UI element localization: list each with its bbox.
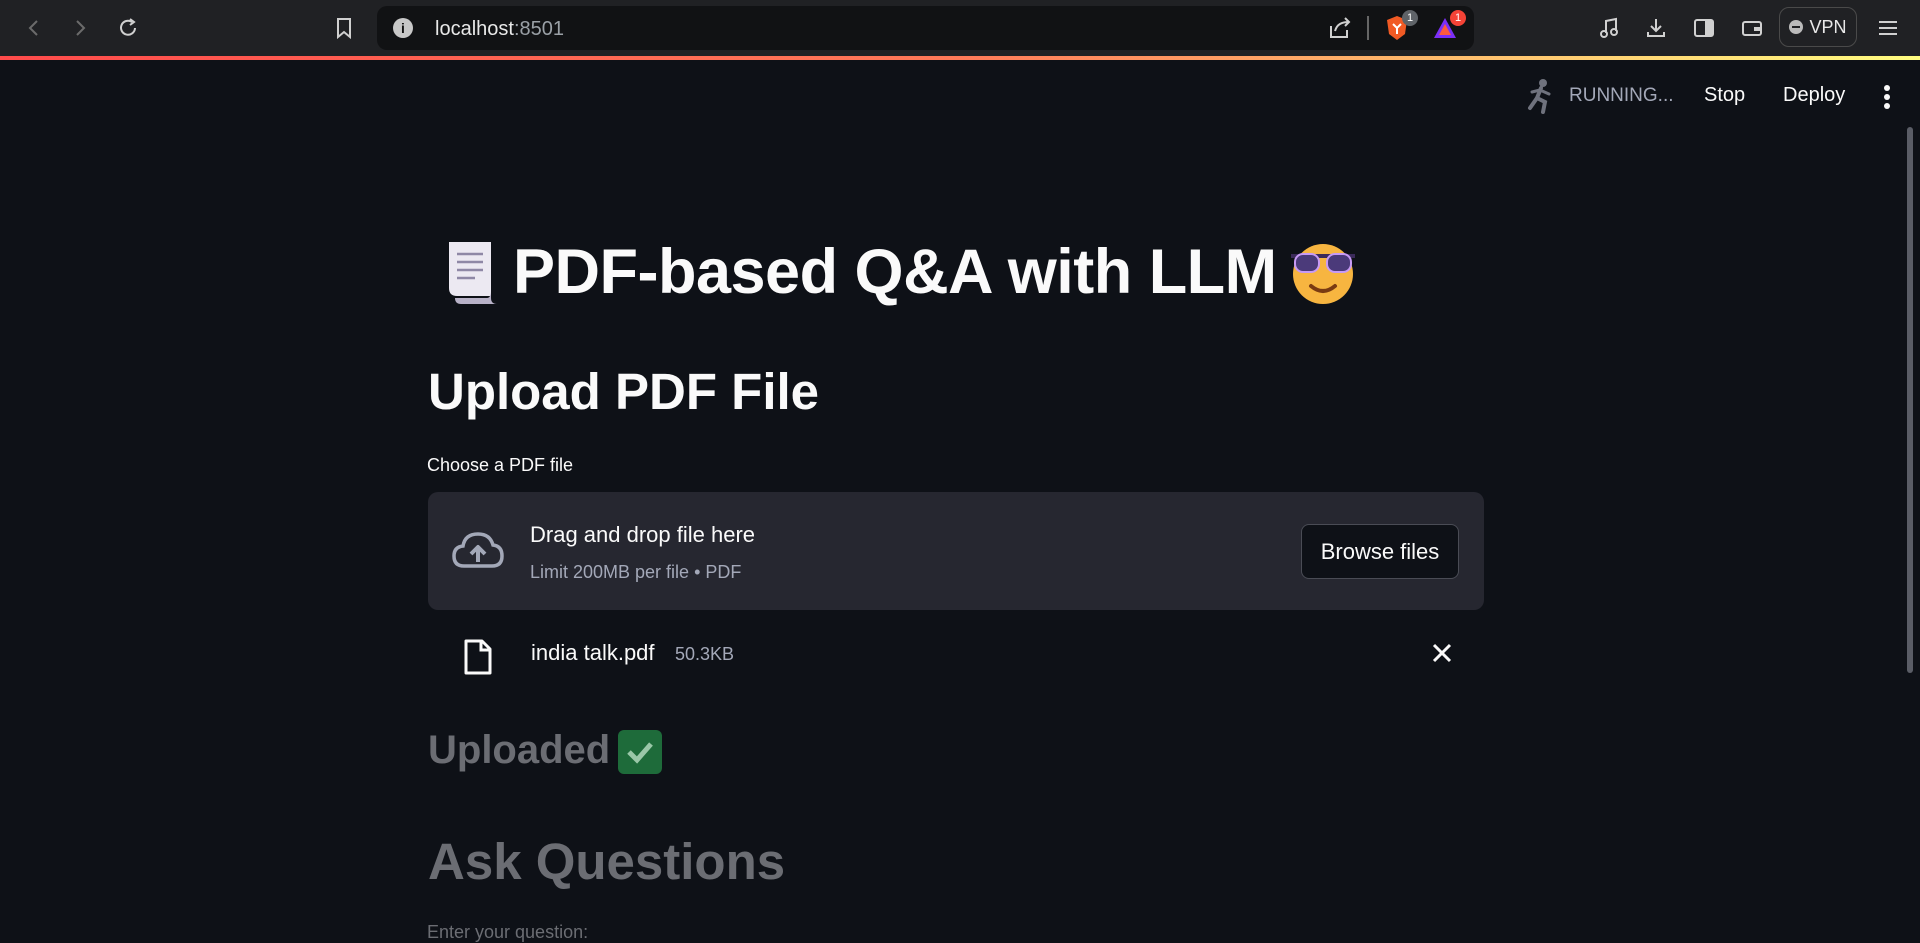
page-title: PDF-based Q&A with LLM bbox=[513, 237, 1277, 307]
page-title-row: PDF-based Q&A with LLM bbox=[441, 236, 1359, 308]
vpn-button[interactable]: VPN bbox=[1779, 7, 1857, 47]
browser-toolbar: i localhost:8501 1 1 VPN bbox=[0, 0, 1920, 56]
address-bar[interactable]: i localhost:8501 1 1 bbox=[377, 6, 1474, 50]
dropzone-title: Drag and drop file here bbox=[530, 522, 756, 547]
stop-button[interactable]: Stop bbox=[1704, 84, 1745, 107]
forward-icon[interactable] bbox=[66, 14, 94, 42]
page-scroll-emoji bbox=[449, 242, 497, 304]
uploaded-text: Uploaded bbox=[428, 728, 611, 772]
file-size: 50.3KB bbox=[675, 644, 735, 664]
reload-icon[interactable] bbox=[114, 14, 142, 42]
scrollbar[interactable] bbox=[1907, 127, 1913, 673]
deploy-button[interactable]: Deploy bbox=[1783, 84, 1845, 107]
brave-badge: 1 bbox=[1402, 10, 1418, 26]
check-mark-emoji bbox=[618, 730, 663, 775]
running-man-icon bbox=[1528, 79, 1551, 114]
vpn-label: VPN bbox=[1809, 16, 1847, 37]
divider bbox=[1367, 16, 1369, 40]
upload-heading: Upload PDF File bbox=[428, 363, 820, 420]
brave-rewards-icon[interactable]: 1 bbox=[1432, 10, 1466, 42]
info-icon[interactable]: i bbox=[393, 18, 413, 38]
running-status: RUNNING... bbox=[1525, 78, 1674, 114]
uploaded-file-item: india talk.pdf 50.3KB bbox=[428, 630, 1484, 686]
file-name: india talk.pdf bbox=[531, 640, 655, 665]
music-icon[interactable] bbox=[1595, 14, 1623, 42]
menu-icon[interactable] bbox=[1874, 14, 1902, 42]
more-vert-icon[interactable] bbox=[1880, 84, 1894, 115]
vpn-status-icon bbox=[1789, 20, 1804, 34]
uploader-label: Choose a PDF file bbox=[427, 455, 574, 475]
wallet-icon[interactable] bbox=[1738, 14, 1766, 42]
ask-heading: Ask Questions bbox=[428, 833, 786, 890]
file-dropzone[interactable]: Drag and drop file here Limit 200MB per … bbox=[428, 492, 1484, 610]
url-text: localhost:8501 bbox=[435, 18, 564, 40]
file-icon bbox=[464, 639, 492, 675]
rewards-badge: 1 bbox=[1450, 10, 1466, 26]
sidebar-icon[interactable] bbox=[1690, 14, 1718, 42]
dropzone-limit: Limit 200MB per file • PDF bbox=[530, 562, 742, 582]
share-icon[interactable] bbox=[1327, 16, 1353, 45]
browse-files-button[interactable]: Browse files bbox=[1301, 524, 1459, 579]
sunglasses-emoji bbox=[1290, 244, 1355, 304]
bookmark-icon[interactable] bbox=[330, 14, 358, 42]
cloud-upload-icon bbox=[452, 532, 504, 568]
download-icon[interactable] bbox=[1642, 14, 1670, 42]
running-text: RUNNING... bbox=[1569, 85, 1674, 106]
back-icon[interactable] bbox=[20, 14, 48, 42]
brave-shield-icon[interactable]: 1 bbox=[1384, 10, 1418, 42]
close-icon[interactable] bbox=[1431, 642, 1453, 664]
uploaded-status: Uploaded bbox=[428, 728, 663, 775]
question-label: Enter your question: bbox=[427, 922, 589, 942]
running-progress-bar bbox=[0, 56, 1920, 60]
